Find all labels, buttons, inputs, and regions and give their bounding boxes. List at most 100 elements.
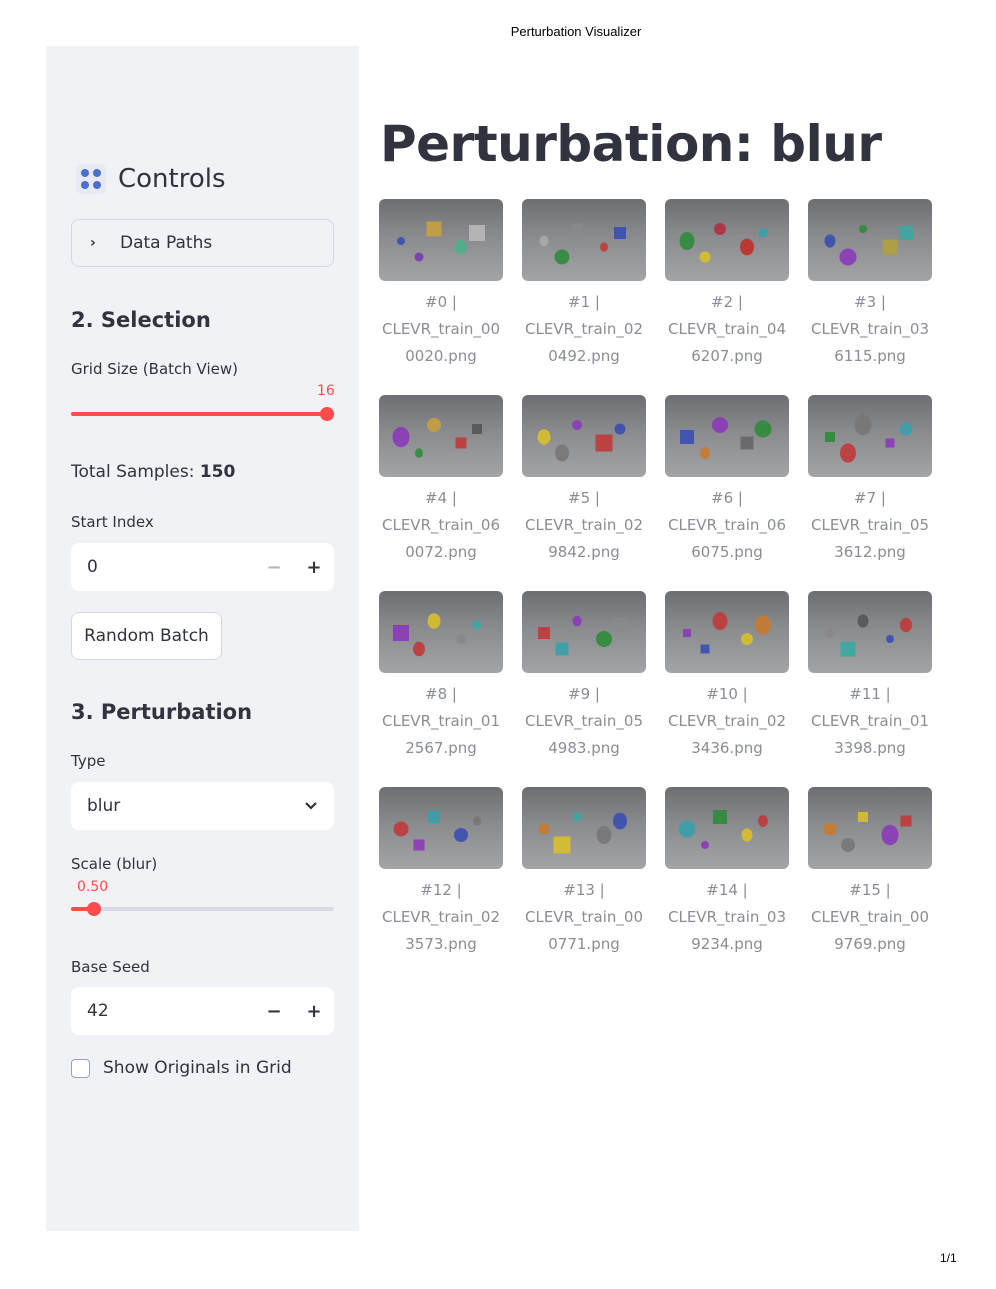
- sidebar-title-text: Controls: [118, 164, 226, 194]
- image-card: #10 | CLEVR_train_02 3436.png: [665, 591, 789, 762]
- image-thumbnail: [665, 591, 789, 673]
- sidebar: Controls › Data Paths 2. Selection Grid …: [46, 46, 359, 1231]
- random-batch-button[interactable]: Random Batch: [71, 612, 222, 660]
- base-seed-decrement-button[interactable]: −: [254, 1001, 294, 1022]
- show-originals-checkbox[interactable]: Show Originals in Grid: [71, 1058, 292, 1078]
- image-filename: CLEVR_train_05: [525, 712, 643, 730]
- show-originals-box[interactable]: [71, 1058, 90, 1078]
- image-thumbnail: [522, 395, 646, 477]
- image-filename: CLEVR_train_02: [382, 908, 500, 926]
- image-thumbnail: [808, 787, 932, 869]
- scale-label: Scale (blur): [71, 855, 158, 873]
- image-thumbnail: [665, 395, 789, 477]
- start-index-decrement-button[interactable]: −: [254, 557, 294, 578]
- grid-size-thumb[interactable]: [320, 407, 334, 421]
- image-filename: 3573.png: [405, 935, 477, 953]
- image-caption: #9 | CLEVR_train_05 4983.png: [522, 681, 646, 762]
- image-caption: #2 | CLEVR_train_04 6207.png: [665, 289, 789, 370]
- image-filename: CLEVR_train_06: [668, 516, 786, 534]
- show-originals-label: Show Originals in Grid: [103, 1058, 292, 1078]
- image-filename: CLEVR_train_00: [382, 320, 500, 338]
- image-caption: #4 | CLEVR_train_06 0072.png: [379, 485, 503, 566]
- start-index-input[interactable]: 0 − +: [71, 543, 334, 591]
- image-filename: 9769.png: [834, 935, 906, 953]
- start-index-label: Start Index: [71, 513, 154, 531]
- image-filename: CLEVR_train_02: [525, 320, 643, 338]
- total-samples: Total Samples: 150: [71, 462, 235, 482]
- grid-size-value: 16: [317, 383, 335, 399]
- image-card: #9 | CLEVR_train_05 4983.png: [522, 591, 646, 762]
- image-filename: CLEVR_train_05: [811, 516, 929, 534]
- scale-thumb[interactable]: [87, 902, 102, 916]
- image-caption: #14 | CLEVR_train_03 9234.png: [665, 877, 789, 958]
- image-card: #2 | CLEVR_train_04 6207.png: [665, 199, 789, 370]
- image-filename: 9234.png: [691, 935, 763, 953]
- start-index-value[interactable]: 0: [71, 557, 254, 577]
- base-seed-label: Base Seed: [71, 958, 150, 976]
- image-index: #2 |: [711, 293, 743, 311]
- image-index: #9 |: [568, 685, 600, 703]
- image-index: #6 |: [711, 489, 743, 507]
- sidebar-title: Controls: [76, 164, 226, 194]
- base-seed-value[interactable]: 42: [71, 1001, 254, 1021]
- image-thumbnail: [522, 787, 646, 869]
- image-thumbnail: [379, 591, 503, 673]
- image-thumbnail: [379, 199, 503, 281]
- image-filename: 3436.png: [691, 739, 763, 757]
- image-filename: 6075.png: [691, 543, 763, 561]
- image-filename: CLEVR_train_01: [382, 712, 500, 730]
- image-index: #10 |: [706, 685, 748, 703]
- image-filename: CLEVR_train_02: [668, 712, 786, 730]
- chevron-down-icon: [305, 802, 317, 810]
- image-card: #12 | CLEVR_train_02 3573.png: [379, 787, 503, 958]
- image-filename: CLEVR_train_01: [811, 712, 929, 730]
- image-filename: 9842.png: [548, 543, 620, 561]
- image-caption: #0 | CLEVR_train_00 0020.png: [379, 289, 503, 370]
- selection-heading: 2. Selection: [71, 308, 211, 332]
- image-caption: #3 | CLEVR_train_03 6115.png: [808, 289, 932, 370]
- image-index: #12 |: [420, 881, 462, 899]
- image-filename: 0072.png: [405, 543, 477, 561]
- image-index: #8 |: [425, 685, 457, 703]
- image-index: #5 |: [568, 489, 600, 507]
- image-thumbnail: [522, 199, 646, 281]
- image-caption: #11 | CLEVR_train_01 3398.png: [808, 681, 932, 762]
- image-caption: #15 | CLEVR_train_00 9769.png: [808, 877, 932, 958]
- image-card: #1 | CLEVR_train_02 0492.png: [522, 199, 646, 370]
- image-caption: #12 | CLEVR_train_02 3573.png: [379, 877, 503, 958]
- image-card: #8 | CLEVR_train_01 2567.png: [379, 591, 503, 762]
- image-card: #13 | CLEVR_train_00 0771.png: [522, 787, 646, 958]
- type-select[interactable]: blur: [71, 782, 334, 830]
- data-paths-expander[interactable]: › Data Paths: [71, 219, 334, 267]
- page-title: Perturbation: blur: [380, 115, 882, 173]
- image-filename: CLEVR_train_00: [811, 908, 929, 926]
- image-card: #11 | CLEVR_train_01 3398.png: [808, 591, 932, 762]
- image-thumbnail: [665, 787, 789, 869]
- print-header: Perturbation Visualizer: [510, 24, 642, 39]
- image-thumbnail: [808, 199, 932, 281]
- image-index: #7 |: [854, 489, 886, 507]
- image-thumbnail: [808, 395, 932, 477]
- image-caption: #5 | CLEVR_train_02 9842.png: [522, 485, 646, 566]
- chevron-right-icon: ›: [90, 235, 96, 251]
- print-footer: 1/1: [940, 1251, 957, 1265]
- scale-track[interactable]: [71, 907, 334, 911]
- base-seed-input[interactable]: 42 − +: [71, 987, 334, 1035]
- image-caption: #6 | CLEVR_train_06 6075.png: [665, 485, 789, 566]
- image-filename: 4983.png: [548, 739, 620, 757]
- image-index: #4 |: [425, 489, 457, 507]
- image-thumbnail: [379, 395, 503, 477]
- image-card: #7 | CLEVR_train_05 3612.png: [808, 395, 932, 566]
- image-filename: CLEVR_train_03: [668, 908, 786, 926]
- image-index: #13 |: [563, 881, 605, 899]
- image-filename: 3612.png: [834, 543, 906, 561]
- image-card: #15 | CLEVR_train_00 9769.png: [808, 787, 932, 958]
- image-caption: #10 | CLEVR_train_02 3436.png: [665, 681, 789, 762]
- start-index-increment-button[interactable]: +: [294, 557, 334, 578]
- image-index: #14 |: [706, 881, 748, 899]
- base-seed-increment-button[interactable]: +: [294, 1001, 334, 1022]
- image-filename: CLEVR_train_02: [525, 516, 643, 534]
- data-paths-label: Data Paths: [120, 233, 213, 253]
- type-select-value: blur: [87, 796, 121, 816]
- grid-size-fill: [71, 412, 327, 416]
